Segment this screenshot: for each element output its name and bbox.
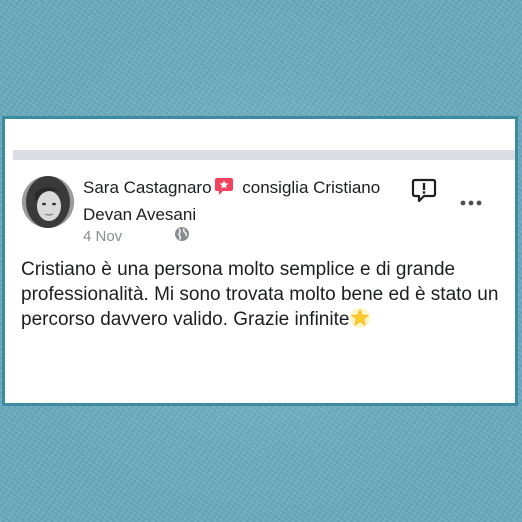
post-meta: 4 Nov <box>83 226 190 246</box>
author-name[interactable]: Sara Castagnaro <box>83 178 212 197</box>
divider-bar <box>13 150 515 160</box>
more-options-icon[interactable] <box>460 194 482 212</box>
avatar-image <box>22 176 74 228</box>
avatar[interactable] <box>22 176 74 228</box>
recommend-badge-icon <box>214 176 234 203</box>
post-header: Sara Castagnaro consiglia Cristiano Deva… <box>83 176 405 227</box>
post-body: Cristiano è una persona molto semplice e… <box>21 259 499 330</box>
glowing-star-icon <box>349 307 371 336</box>
post-text: Cristiano è una persona molto semplice e… <box>21 257 509 336</box>
globe-icon <box>174 226 190 246</box>
report-flag-icon[interactable] <box>411 177 437 208</box>
post-date[interactable]: 4 Nov <box>83 228 122 245</box>
review-card: Sara Castagnaro consiglia Cristiano Deva… <box>2 116 518 406</box>
